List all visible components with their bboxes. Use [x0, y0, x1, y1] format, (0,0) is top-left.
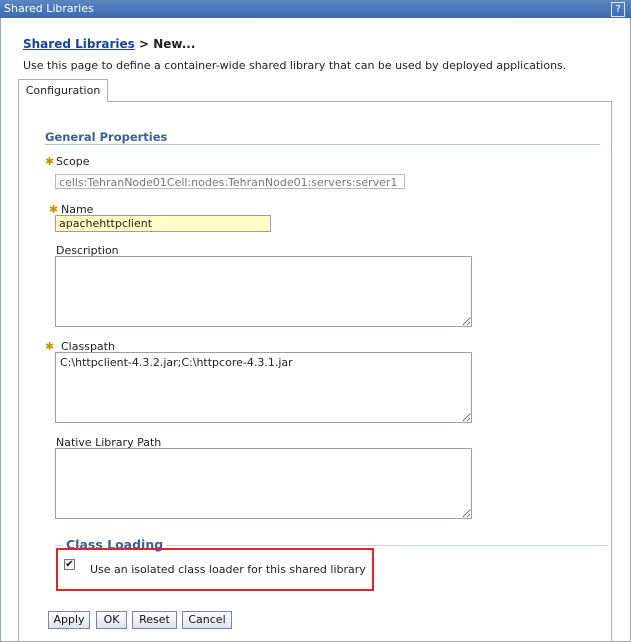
breadcrumb-current: New...	[153, 37, 196, 51]
description-textarea[interactable]	[55, 256, 472, 327]
cancel-button[interactable]: Cancel	[182, 611, 232, 629]
tab-configuration[interactable]: Configuration	[18, 79, 108, 102]
breadcrumb: Shared Libraries > New...	[23, 37, 195, 51]
checkmark-icon: ✔	[65, 559, 74, 570]
isolated-class-loader-label: Use an isolated class loader for this sh…	[90, 563, 366, 576]
ok-button[interactable]: OK	[96, 611, 127, 629]
reset-button[interactable]: Reset	[132, 611, 177, 629]
general-properties-heading: General Properties	[45, 130, 600, 145]
page-description: Use this page to define a container-wide…	[23, 59, 567, 72]
name-field[interactable]	[55, 215, 271, 232]
breadcrumb-link-shared-libraries[interactable]: Shared Libraries	[23, 37, 135, 51]
asterisk-icon: ✱	[45, 155, 55, 168]
isolated-class-loader-checkbox[interactable]: ✔	[64, 559, 75, 570]
native-library-path-textarea[interactable]	[55, 448, 472, 519]
help-icon[interactable]: ?	[611, 2, 625, 17]
classpath-textarea[interactable]: C:\httpclient-4.3.2.jar;C:\httpcore-4.3.…	[55, 352, 472, 423]
window-title: Shared Libraries	[4, 2, 94, 15]
apply-button[interactable]: Apply	[48, 611, 90, 629]
breadcrumb-separator: >	[134, 37, 154, 51]
window-title-bar: Shared Libraries ?	[0, 0, 631, 18]
scope-label: Scope	[56, 155, 90, 168]
asterisk-icon: ✱	[45, 340, 55, 353]
scope-value: cells:TehranNode01Cell:nodes:TehranNode0…	[55, 174, 405, 189]
